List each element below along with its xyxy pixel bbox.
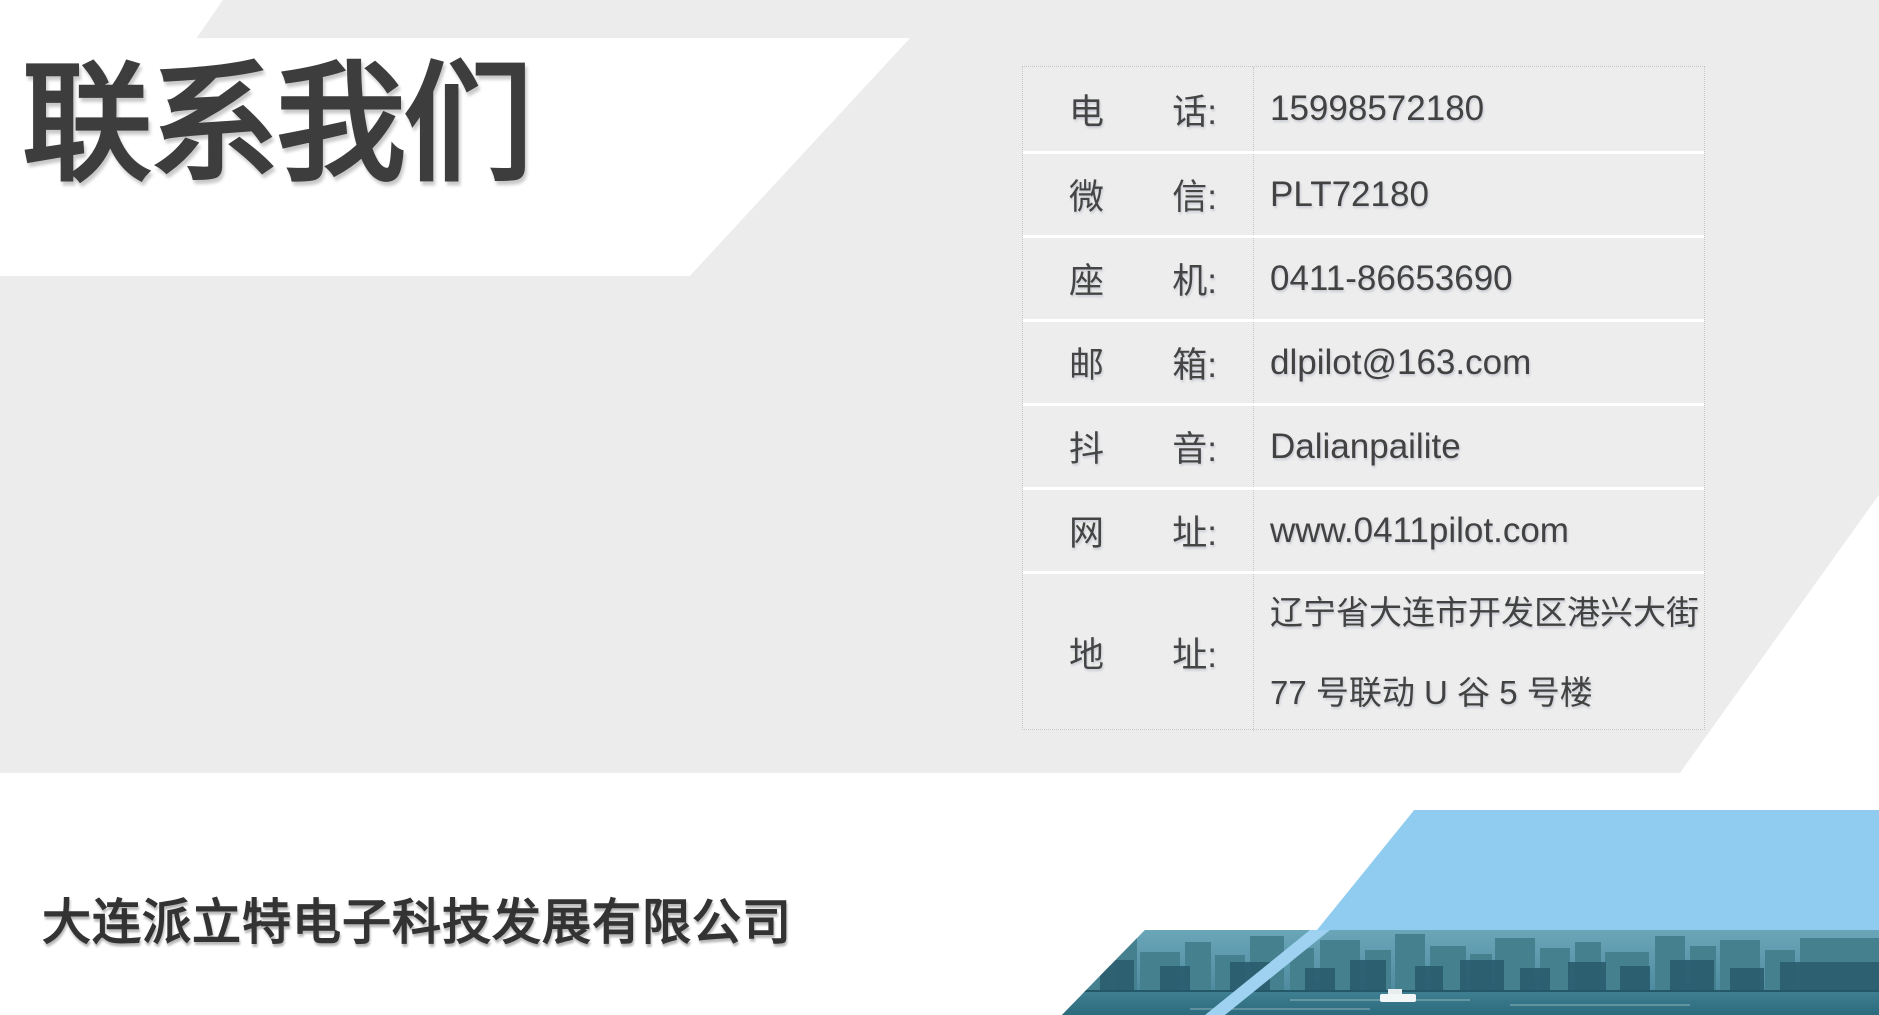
label-char: 邮 [1069, 337, 1104, 388]
label-char: 地 [1069, 627, 1104, 678]
label-char: 址: [1172, 627, 1217, 678]
cityscape-skyline-graphic [1040, 930, 1879, 1015]
row-value: 15998572180 [1254, 67, 1704, 151]
row-label: 地 址: [1023, 574, 1254, 731]
label-char: 微 [1069, 169, 1104, 220]
row-value: Dalianpailite [1254, 406, 1704, 487]
address-line-2: 77 号联动 U 谷 5 号楼 [1270, 653, 1593, 733]
page-title: 联系我们 [22, 46, 530, 202]
label-char: 音: [1172, 421, 1217, 472]
table-row-website: 网 址: www.0411pilot.com [1023, 487, 1704, 571]
blue-parallelogram-shape [1317, 810, 1879, 930]
contact-table: 电 话: 15998572180 微 信: PLT72180 座 机: 0411… [1022, 66, 1705, 730]
table-row-douyin: 抖 音: Dalianpailite [1023, 403, 1704, 487]
row-value: dlpilot@163.com [1254, 322, 1704, 403]
label-char: 电 [1069, 84, 1104, 135]
cityscape-image [1040, 930, 1879, 1015]
row-label: 微 信: [1023, 154, 1254, 235]
table-row-phone: 电 话: 15998572180 [1023, 67, 1704, 151]
table-row-address: 地 址: 辽宁省大连市开发区港兴大街 77 号联动 U 谷 5 号楼 [1023, 571, 1704, 731]
row-value: 辽宁省大连市开发区港兴大街 77 号联动 U 谷 5 号楼 [1254, 574, 1704, 731]
row-label: 抖 音: [1023, 406, 1254, 487]
row-value: www.0411pilot.com [1254, 490, 1704, 571]
label-char: 箱: [1172, 337, 1217, 388]
row-value: PLT72180 [1254, 154, 1704, 235]
label-char: 座 [1069, 253, 1104, 304]
label-char: 网 [1069, 505, 1104, 556]
table-row-wechat: 微 信: PLT72180 [1023, 151, 1704, 235]
row-label: 座 机: [1023, 238, 1254, 319]
label-char: 信: [1172, 169, 1217, 220]
address-line-1: 辽宁省大连市开发区港兴大街 [1270, 573, 1699, 653]
table-row-landline: 座 机: 0411-86653690 [1023, 235, 1704, 319]
row-label: 邮 箱: [1023, 322, 1254, 403]
row-label: 网 址: [1023, 490, 1254, 571]
table-row-email: 邮 箱: dlpilot@163.com [1023, 319, 1704, 403]
label-char: 抖 [1069, 421, 1104, 472]
company-name: 大连派立特电子科技发展有限公司 [42, 883, 792, 954]
label-char: 址: [1172, 505, 1217, 556]
label-char: 话: [1172, 84, 1217, 135]
row-value: 0411-86653690 [1254, 238, 1704, 319]
row-label: 电 话: [1023, 67, 1254, 151]
label-char: 机: [1172, 253, 1217, 304]
